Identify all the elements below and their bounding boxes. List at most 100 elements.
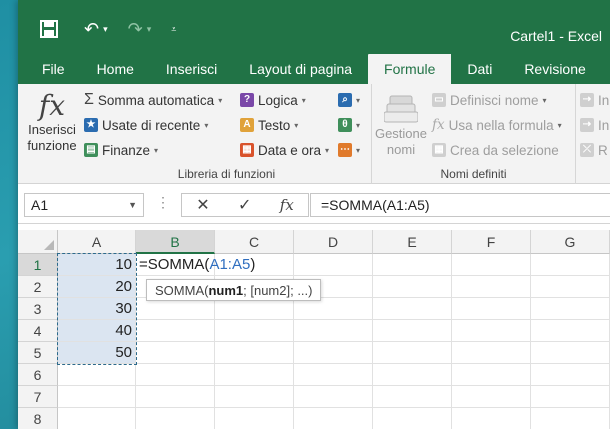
grid-cell[interactable] [531,408,610,429]
grid-cell[interactable] [294,342,373,364]
grid-cell[interactable] [58,408,136,429]
grid-cell[interactable] [531,320,610,342]
cell-b1-editing[interactable]: =SOMMA(A1:A5) [136,254,255,276]
grid-cell[interactable] [136,408,215,429]
recent-used-button[interactable]: ★ Usate di recente ▾ [84,115,208,135]
grid-cell[interactable] [136,342,215,364]
function-tooltip[interactable]: SOMMA(num1; [num2]; ...) [146,279,322,301]
logical-button[interactable]: ? Logica ▾ [240,90,306,110]
tab-review[interactable]: Revisione [508,54,601,84]
tab-page-layout[interactable]: Layout di pagina [233,54,368,84]
cell-a5[interactable]: 50 [58,342,136,364]
row-header-1[interactable]: 1 [18,254,58,276]
column-header-g[interactable]: G [531,230,610,254]
undo-icon[interactable]: ↶ [84,20,99,38]
row-header-2[interactable]: 2 [18,276,58,298]
insert-function-button[interactable]: fx Inserisci funzione [22,90,82,154]
column-header-b[interactable]: B [136,230,215,254]
grid-cell[interactable] [136,364,215,386]
date-time-button[interactable]: ▦ Data e ora ▾ [240,140,329,160]
grid-cell[interactable] [294,298,373,320]
grid-cell[interactable] [531,364,610,386]
tab-insert[interactable]: Inserisci [150,54,233,84]
grid-cell[interactable] [452,254,531,276]
grid-cell[interactable] [452,364,531,386]
trace-dependents-button[interactable]: ⇢ In [580,115,609,135]
select-all-button[interactable] [18,230,58,254]
grid-cell[interactable] [531,342,610,364]
grid-cell[interactable] [531,276,610,298]
grid-cell[interactable] [136,298,215,320]
grid-cell[interactable] [294,408,373,429]
trace-precedents-button[interactable]: ⇢ In [580,90,609,110]
redo-icon[interactable]: ↷ [128,20,143,38]
row-header-3[interactable]: 3 [18,298,58,320]
grid-cell[interactable] [215,342,294,364]
define-name-button[interactable]: ▭ Definisci nome ▾ [432,90,547,110]
drag-handle-icon[interactable]: ⋮ [156,194,170,211]
tab-data[interactable]: Dati [451,54,508,84]
undo-dropdown-icon[interactable]: ▾ [103,24,108,35]
row-header-4[interactable]: 4 [18,320,58,342]
finance-button[interactable]: ▤ Finanze ▾ [84,140,158,160]
grid-cell[interactable] [452,320,531,342]
grid-cell[interactable] [58,386,136,408]
grid-cell[interactable] [373,298,452,320]
tab-home[interactable]: Home [81,54,150,84]
more-functions-button[interactable]: ⋯ ▾ [338,140,360,160]
name-box[interactable]: A1 ▼ [24,193,144,217]
row-header-6[interactable]: 6 [18,364,58,386]
enter-icon[interactable]: ✓ [238,195,251,215]
grid-cell[interactable] [452,408,531,429]
grid-cell[interactable] [373,364,452,386]
grid-cell[interactable] [294,254,373,276]
cell-a4[interactable]: 40 [58,320,136,342]
name-manager-button[interactable]: Gestione nomi [374,94,428,158]
grid-cell[interactable] [452,342,531,364]
column-header-d[interactable]: D [294,230,373,254]
grid-cell[interactable] [215,386,294,408]
math-button[interactable]: θ ▾ [338,115,360,135]
grid-cell[interactable] [373,320,452,342]
cell-a2[interactable]: 20 [58,276,136,298]
grid-cell[interactable] [294,386,373,408]
create-from-selection-button[interactable]: ▦ Crea da selezione [432,140,559,160]
column-header-f[interactable]: F [452,230,531,254]
column-header-c[interactable]: C [215,230,294,254]
redo-dropdown-icon[interactable]: ▾ [147,24,152,35]
grid-cell[interactable] [452,298,531,320]
grid-cell[interactable] [531,254,610,276]
grid-cell[interactable] [294,320,373,342]
column-header-e[interactable]: E [373,230,452,254]
grid-cell[interactable] [58,364,136,386]
text-button[interactable]: A Testo ▾ [240,115,298,135]
row-header-7[interactable]: 7 [18,386,58,408]
formula-input[interactable]: =SOMMA(A1:A5) [310,193,610,217]
grid-cell[interactable] [373,254,452,276]
grid-cell[interactable] [373,386,452,408]
save-icon[interactable] [40,20,58,38]
cancel-icon[interactable]: ✕ [196,195,209,215]
grid-cell[interactable] [215,364,294,386]
cell-a1[interactable]: 10 [58,254,136,276]
remove-arrows-button[interactable]: ⤫ R [580,140,608,160]
grid-cell[interactable] [215,408,294,429]
grid-cell[interactable] [136,320,215,342]
grid-cell[interactable] [136,386,215,408]
row-header-8[interactable]: 8 [18,408,58,429]
use-in-formula-button[interactable]: fx Usa nella formula ▾ [432,115,562,135]
grid-cell[interactable] [215,298,294,320]
customize-icon[interactable]: ⩡ [171,24,176,35]
grid-cell[interactable] [373,342,452,364]
chevron-down-icon[interactable]: ▼ [128,194,137,216]
grid-cell[interactable] [531,298,610,320]
insert-function-icon[interactable]: fx [280,196,294,214]
grid-cell[interactable] [373,276,452,298]
grid-cell[interactable] [373,408,452,429]
grid-cell[interactable] [452,386,531,408]
autosum-button[interactable]: Σ Somma automatica ▾ [84,90,222,110]
lookup-button[interactable]: ⌕ ▾ [338,90,360,110]
grid-cell[interactable] [531,386,610,408]
column-header-a[interactable]: A [58,230,136,254]
row-header-5[interactable]: 5 [18,342,58,364]
